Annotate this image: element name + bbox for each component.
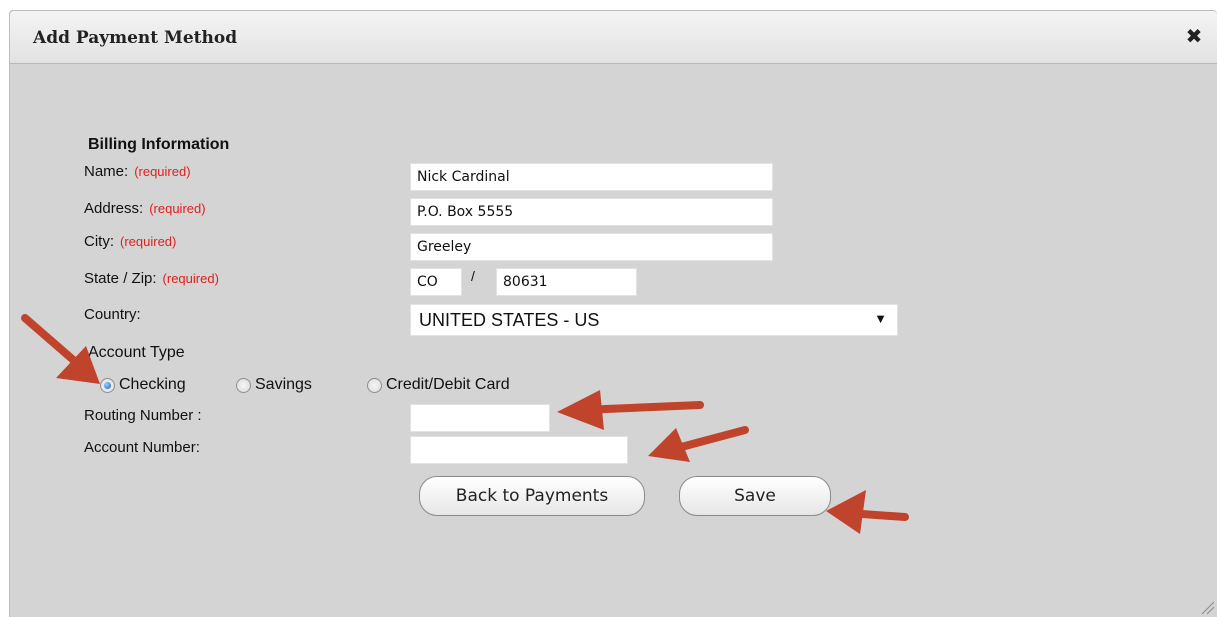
state-zip-label-row: State / Zip: (required) bbox=[84, 270, 219, 287]
radio-credit-debit-label: Credit/Debit Card bbox=[386, 376, 510, 393]
address-label: Address: bbox=[84, 200, 144, 217]
back-to-payments-button[interactable]: Back to Payments bbox=[419, 476, 645, 516]
city-label-row: City: (required) bbox=[84, 233, 176, 250]
zip-input[interactable] bbox=[496, 268, 637, 296]
dialog-titlebar[interactable]: Add Payment Method ✖ bbox=[10, 11, 1217, 64]
radio-checking-label: Checking bbox=[119, 376, 186, 393]
billing-section-title: Billing Information bbox=[88, 136, 230, 153]
radio-checked-icon[interactable] bbox=[100, 377, 115, 393]
state-zip-label: State / Zip: bbox=[84, 270, 157, 287]
account-number-input[interactable] bbox=[410, 436, 628, 464]
radio-savings-label: Savings bbox=[255, 376, 312, 393]
country-label: Country: bbox=[84, 306, 141, 323]
close-icon[interactable]: ✖ bbox=[1183, 25, 1205, 47]
country-select[interactable]: UNITED STATES - US ▼ bbox=[410, 304, 898, 336]
name-label: Name: bbox=[84, 163, 129, 180]
dialog-title: Add Payment Method bbox=[33, 28, 238, 48]
required-marker: (required) bbox=[134, 164, 191, 179]
name-label-row: Name: (required) bbox=[84, 163, 191, 180]
address-input[interactable] bbox=[410, 198, 773, 226]
account-number-label: Account Number: bbox=[84, 439, 200, 456]
state-input[interactable] bbox=[410, 268, 462, 296]
city-label: City: bbox=[84, 233, 114, 250]
required-marker: (required) bbox=[149, 201, 206, 216]
required-marker: (required) bbox=[162, 271, 219, 286]
address-label-row: Address: (required) bbox=[84, 200, 206, 217]
name-input[interactable] bbox=[410, 163, 773, 191]
radio-unchecked-icon[interactable] bbox=[236, 377, 251, 393]
radio-credit-debit[interactable]: Credit/Debit Card bbox=[367, 376, 510, 394]
city-input[interactable] bbox=[410, 233, 773, 261]
country-value: UNITED STATES - US bbox=[419, 310, 600, 330]
routing-number-label: Routing Number : bbox=[84, 407, 202, 424]
required-marker: (required) bbox=[120, 234, 177, 249]
chevron-down-icon: ▼ bbox=[874, 311, 887, 326]
radio-checking[interactable]: Checking bbox=[100, 376, 186, 394]
account-type-label: Account Type bbox=[88, 344, 185, 361]
save-button[interactable]: Save bbox=[679, 476, 831, 516]
routing-number-input[interactable] bbox=[410, 404, 550, 432]
radio-unchecked-icon[interactable] bbox=[367, 377, 382, 393]
zip-separator: / bbox=[471, 268, 475, 284]
resize-grip-icon[interactable] bbox=[1199, 599, 1215, 615]
radio-savings[interactable]: Savings bbox=[236, 376, 312, 394]
